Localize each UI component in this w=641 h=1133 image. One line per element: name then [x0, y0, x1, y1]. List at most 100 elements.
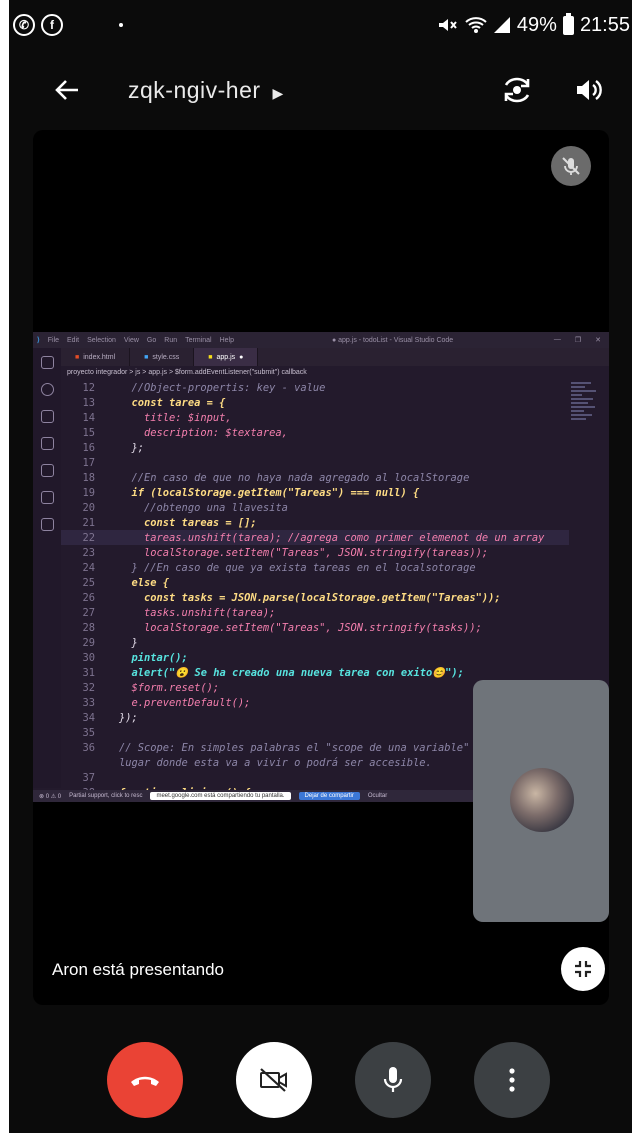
line-number: 15 [82, 426, 95, 439]
code-line: 20 //obtengo una llavesita [61, 500, 569, 515]
exit-fullscreen-button[interactable] [561, 947, 605, 991]
docker-icon [40, 491, 54, 504]
back-button[interactable] [41, 64, 93, 116]
speaker-icon [577, 80, 602, 100]
code-text: tasks.unshift(tarea); [119, 606, 276, 619]
menu-terminal: Terminal [185, 336, 212, 344]
line-number: 33 [82, 696, 95, 709]
code-text: const tasks = JSON.parse(localStorage.ge… [119, 591, 501, 604]
menu-view: View [123, 336, 139, 344]
line-number: 31 [82, 666, 95, 679]
editor-tabs: ■ index.html ■ style.css ■ app.js ● [33, 348, 609, 366]
line-number: 19 [82, 486, 95, 499]
line-number: 17 [82, 456, 95, 469]
run-icon [40, 437, 54, 450]
whatsapp-icon: ✆ [13, 14, 35, 36]
code-line: 25 else { [61, 575, 569, 590]
line-number: 24 [82, 561, 95, 574]
code-text: pintar(); [119, 651, 188, 664]
clock: 21:55 [579, 13, 630, 36]
code-line: 27 tasks.unshift(tarea); [61, 605, 569, 620]
frame-edge-right [632, 0, 641, 1133]
speaker-button[interactable] [564, 65, 614, 115]
menu-edit: Edit [67, 336, 80, 344]
notification-dot [119, 23, 123, 27]
code-line: 13 const tarea = { [61, 395, 569, 410]
facebook-icon: f [41, 14, 63, 36]
remote-icon [40, 518, 54, 531]
code-line: 14 title: $input, [61, 410, 569, 425]
presenter-tile[interactable]: ⟩ File Edit Selection View Go Run Termin… [33, 130, 609, 1005]
code-line: 29 } [61, 635, 569, 650]
switch-camera-icon [504, 77, 530, 103]
code-line: 30 pintar(); [61, 650, 569, 665]
code-text: } //En caso de que ya exista tareas en e… [119, 561, 476, 574]
line-number: 26 [82, 591, 95, 604]
code-text: // Scope: En simples palabras el "scope … [119, 741, 495, 754]
menu-file: File [47, 336, 60, 344]
frame-edge-left [0, 0, 9, 1133]
code-line: 16 }; [61, 440, 569, 455]
code-line: 19 if (localStorage.getItem("Tareas") ==… [61, 485, 569, 500]
code-text: localStorage.setItem("Tareas", JSON.stri… [119, 546, 489, 559]
microphone-button[interactable] [355, 1042, 431, 1118]
code-text: //obtengo una llavesita [119, 501, 288, 514]
exit-fullscreen-icon [575, 961, 591, 977]
line-number: 32 [82, 681, 95, 694]
js-file-icon: ■ [208, 353, 213, 361]
switch-camera-button[interactable] [492, 65, 542, 115]
code-text: description: $textarea, [119, 426, 288, 439]
meeting-code-text: zqk-ngiv-her [128, 76, 261, 103]
extensions-icon [40, 464, 54, 477]
tab-index-html: ■ index.html [61, 348, 131, 366]
end-call-button[interactable] [107, 1042, 183, 1118]
tab-label: index.html [83, 353, 116, 361]
mute-icon [438, 19, 457, 31]
code-text: localStorage.setItem("Tareas", JSON.stri… [119, 621, 482, 634]
code-line: 26 const tasks = JSON.parse(localStorage… [61, 590, 569, 605]
code-text: //Object-propertis: key - value [119, 381, 326, 394]
line-number: 14 [82, 411, 95, 424]
line-number: 27 [82, 606, 95, 619]
camera-toggle-button[interactable] [236, 1042, 312, 1118]
arrow-left-icon [55, 80, 78, 100]
call-controls [9, 1040, 632, 1130]
code-line: 23 localStorage.setItem("Tareas", JSON.s… [61, 545, 569, 560]
problems-count: ⊗ 0 ⚠ 0 [39, 793, 62, 800]
code-text: }); [119, 711, 138, 724]
call-header: zqk-ngiv-her ▶ [9, 60, 632, 120]
code-line: 17 [61, 455, 569, 470]
stop-sharing-button: Dejar de compartir [298, 792, 360, 800]
minimize-icon: — [553, 336, 561, 343]
activity-bar [33, 348, 61, 788]
line-number: 20 [82, 501, 95, 514]
tab-app-js: ■ app.js ● [194, 348, 259, 366]
line-number: 28 [82, 621, 95, 634]
code-text: //En caso de que no haya nada agregado a… [119, 471, 470, 484]
line-number: 13 [82, 396, 95, 409]
muted-indicator [551, 146, 591, 186]
close-icon: ✕ [595, 337, 601, 344]
line-number: 30 [82, 651, 95, 664]
battery-icon [562, 12, 574, 35]
code-line: 31 alert("😮 Se ha creado una nueva tarea… [61, 665, 569, 680]
line-number: 16 [82, 441, 95, 454]
wifi-icon [465, 17, 487, 33]
line-number: 18 [82, 471, 95, 484]
menu-run: Run [164, 336, 178, 344]
css-file-icon: ■ [144, 353, 149, 361]
line-number: 29 [82, 636, 95, 649]
self-view-tile[interactable] [473, 680, 609, 922]
chevron-right-icon: ▶ [272, 84, 284, 101]
more-options-button[interactable] [474, 1042, 550, 1118]
line-number: 25 [82, 576, 95, 589]
avatar [510, 768, 574, 832]
line-number: 22 [82, 531, 95, 544]
code-line: 15 description: $textarea, [61, 425, 569, 440]
code-text: const tarea = { [119, 396, 226, 409]
end-call-icon [131, 1076, 159, 1086]
code-text: const tareas = []; [119, 516, 257, 529]
meeting-code[interactable]: zqk-ngiv-her ▶ [128, 77, 284, 104]
line-number: 35 [82, 726, 95, 739]
code-text: title: $input, [119, 411, 232, 424]
